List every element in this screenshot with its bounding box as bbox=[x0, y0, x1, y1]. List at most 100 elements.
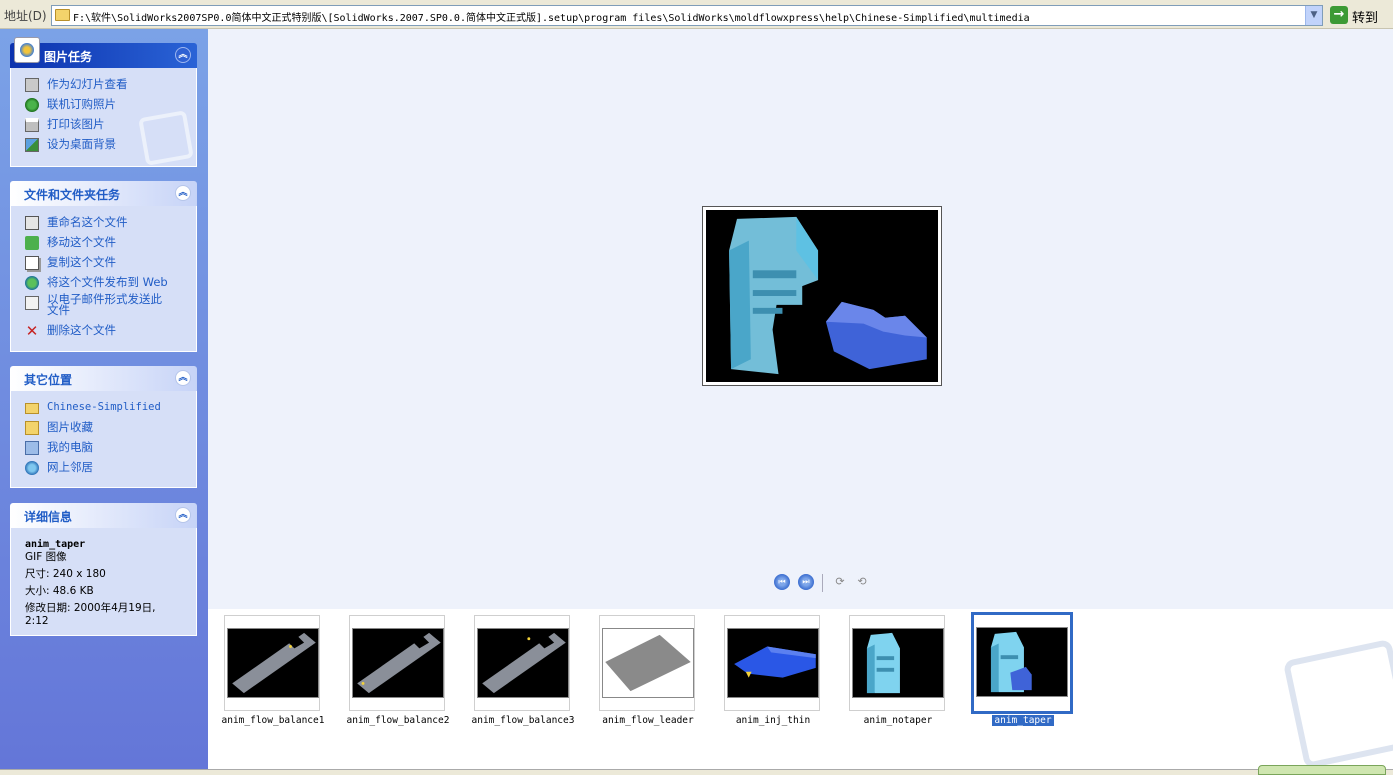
desktop-background-icon bbox=[25, 138, 39, 152]
task-label[interactable]: 重命名这个文件 bbox=[47, 215, 128, 229]
collapse-icon[interactable]: ︽ bbox=[175, 47, 191, 63]
email-icon bbox=[25, 296, 39, 310]
move-icon bbox=[25, 236, 39, 250]
task-label[interactable]: 将这个文件发布到 Web bbox=[47, 275, 168, 289]
task-order-prints[interactable]: 联机订购照片 bbox=[23, 96, 196, 116]
thumbnail-item[interactable]: anim_flow_balance3 bbox=[472, 615, 574, 726]
order-prints-icon bbox=[25, 98, 39, 112]
thumbnail-image bbox=[852, 628, 944, 698]
thumbnail-label[interactable]: anim_flow_leader bbox=[589, 715, 707, 726]
chevron-down-icon[interactable]: ▼ bbox=[1305, 6, 1322, 25]
thumbnail-label-text[interactable]: anim_notaper bbox=[864, 715, 933, 726]
publish-web-icon bbox=[25, 276, 39, 290]
thumbnail-image bbox=[727, 628, 819, 698]
delete-icon: ✕ bbox=[25, 322, 39, 340]
task-rename[interactable]: 重命名这个文件 bbox=[23, 214, 196, 234]
task-email[interactable]: 以电子邮件形式发送此文件 bbox=[23, 293, 196, 322]
go-label: 转到 bbox=[1352, 11, 1379, 26]
go-button[interactable]: → 转到 bbox=[1328, 5, 1388, 26]
thumbnail-label[interactable]: anim_notaper bbox=[839, 715, 957, 726]
details-title: 详细信息 bbox=[24, 510, 73, 524]
task-label[interactable]: 删除这个文件 bbox=[47, 323, 116, 337]
address-path[interactable]: F:\软件\SolidWorks2007SP0.0简体中文正式特别版\[Soli… bbox=[73, 9, 1301, 24]
previous-image-button[interactable]: ⏮ bbox=[774, 574, 790, 590]
file-tasks-panel: 文件和文件夹任务 ︽ 重命名这个文件 移动这个文件 复制这个文件 将这个文件发布… bbox=[10, 181, 197, 352]
detail-modified: 修改日期: 2000年4月19日, 2:12 bbox=[25, 602, 156, 627]
thumbnail-label-text[interactable]: anim_flow_leader bbox=[602, 715, 694, 726]
next-image-button[interactable]: ⏭ bbox=[798, 574, 814, 590]
details-body: anim_taper GIF 图像 尺寸: 240 x 180 大小: 48.6… bbox=[10, 528, 197, 636]
task-move[interactable]: 移动这个文件 bbox=[23, 234, 196, 254]
thumbnail-label[interactable]: anim_inj_thin bbox=[714, 715, 832, 726]
rename-icon bbox=[25, 216, 39, 230]
thumbnail-frame[interactable] bbox=[599, 615, 695, 711]
rotate-clockwise-icon[interactable]: ⟳ bbox=[832, 574, 848, 590]
place-my-pictures[interactable]: 图片收藏 bbox=[23, 419, 196, 439]
task-slideshow[interactable]: 作为幻灯片查看 bbox=[23, 76, 196, 96]
task-publish-web[interactable]: 将这个文件发布到 Web bbox=[23, 274, 196, 294]
filmstrip: anim_flow_balance1 anim_flow_balance2 an… bbox=[208, 609, 1393, 770]
notification-balloon[interactable] bbox=[1258, 765, 1386, 775]
details-panel: 详细信息 ︽ anim_taper GIF 图像 尺寸: 240 x 180 大… bbox=[10, 503, 197, 636]
picture-tasks-header[interactable]: 图片任务 ︽ bbox=[10, 37, 197, 68]
task-set-background[interactable]: 设为桌面背景 bbox=[23, 136, 196, 156]
other-places-header[interactable]: 其它位置 ︽ bbox=[10, 366, 197, 391]
task-label[interactable]: 联机订购照片 bbox=[47, 97, 116, 111]
task-copy[interactable]: 复制这个文件 bbox=[23, 254, 196, 274]
thumbnail-label-text[interactable]: anim_taper bbox=[992, 715, 1054, 726]
other-places-body: Chinese-Simplified 图片收藏 我的电脑 网上邻居 bbox=[10, 391, 197, 488]
place-label[interactable]: Chinese-Simplified bbox=[47, 401, 161, 413]
details-header[interactable]: 详细信息 ︽ bbox=[10, 503, 197, 528]
thumbnail-item[interactable]: anim_flow_balance2 bbox=[347, 615, 449, 726]
task-label[interactable]: 以电子邮件形式发送此文件 bbox=[47, 293, 172, 316]
other-places-panel: 其它位置 ︽ Chinese-Simplified 图片收藏 我的电脑 网上邻居 bbox=[10, 366, 197, 488]
thumbnail-frame[interactable] bbox=[724, 615, 820, 711]
thumbnail-image bbox=[477, 628, 569, 698]
thumbnail-label-text[interactable]: anim_inj_thin bbox=[736, 715, 810, 726]
place-my-computer[interactable]: 我的电脑 bbox=[23, 439, 196, 459]
picture-tasks-title: 图片任务 bbox=[44, 50, 93, 64]
thumbnail-label[interactable]: anim_flow_balance2 bbox=[339, 715, 457, 726]
thumbnail-frame[interactable] bbox=[971, 612, 1073, 714]
place-chinese-simplified[interactable]: Chinese-Simplified bbox=[23, 399, 196, 419]
task-label[interactable]: 作为幻灯片查看 bbox=[47, 77, 128, 91]
thumbnail-item[interactable]: anim_inj_thin bbox=[724, 615, 822, 726]
task-label[interactable]: 设为桌面背景 bbox=[47, 137, 116, 151]
place-label[interactable]: 图片收藏 bbox=[47, 420, 93, 434]
task-label[interactable]: 移动这个文件 bbox=[47, 235, 116, 249]
collapse-icon[interactable]: ︽ bbox=[175, 507, 191, 523]
thumbnail-frame[interactable] bbox=[849, 615, 945, 711]
thumbnail-item[interactable]: anim_notaper bbox=[849, 615, 947, 726]
thumbnail-label[interactable]: anim_flow_balance1 bbox=[214, 715, 332, 726]
thumbnail-label[interactable]: anim_taper bbox=[964, 715, 1082, 726]
folder-icon bbox=[25, 403, 39, 414]
thumbnail-item-selected[interactable]: anim_taper bbox=[971, 612, 1073, 726]
task-label[interactable]: 打印该图片 bbox=[47, 117, 105, 131]
other-places-title: 其它位置 bbox=[24, 373, 73, 387]
thumbnail-frame[interactable] bbox=[349, 615, 445, 711]
collapse-icon[interactable]: ︽ bbox=[175, 185, 191, 201]
task-delete[interactable]: ✕ 删除这个文件 bbox=[23, 322, 196, 342]
task-print[interactable]: 打印该图片 bbox=[23, 116, 196, 136]
detail-dimensions: 尺寸: 240 x 180 bbox=[25, 568, 106, 580]
file-tasks-header[interactable]: 文件和文件夹任务 ︽ bbox=[10, 181, 197, 206]
thumbnail-label-text[interactable]: anim_flow_balance3 bbox=[472, 715, 575, 726]
thumbnail-label[interactable]: anim_flow_balance3 bbox=[464, 715, 582, 726]
thumbnail-image bbox=[976, 627, 1068, 697]
rotate-counterclockwise-icon[interactable]: ⟲ bbox=[854, 574, 870, 590]
address-input[interactable]: F:\软件\SolidWorks2007SP0.0简体中文正式特别版\[Soli… bbox=[51, 5, 1323, 26]
picture-tasks-icon bbox=[14, 37, 40, 63]
folder-icon bbox=[55, 9, 70, 21]
thumbnail-item[interactable]: anim_flow_balance1 bbox=[222, 615, 324, 726]
task-label[interactable]: 复制这个文件 bbox=[47, 255, 116, 269]
place-label[interactable]: 我的电脑 bbox=[47, 440, 93, 454]
thumbnail-label-text[interactable]: anim_flow_balance1 bbox=[222, 715, 325, 726]
image-preview-area: ⏮ ⏭ ⟳ ⟲ bbox=[208, 29, 1393, 609]
place-label[interactable]: 网上邻居 bbox=[47, 460, 93, 474]
place-network[interactable]: 网上邻居 bbox=[23, 459, 196, 479]
thumbnail-frame[interactable] bbox=[474, 615, 570, 711]
thumbnail-label-text[interactable]: anim_flow_balance2 bbox=[347, 715, 450, 726]
thumbnail-item[interactable]: anim_flow_leader bbox=[599, 615, 697, 726]
thumbnail-frame[interactable] bbox=[224, 615, 320, 711]
collapse-icon[interactable]: ︽ bbox=[175, 370, 191, 386]
